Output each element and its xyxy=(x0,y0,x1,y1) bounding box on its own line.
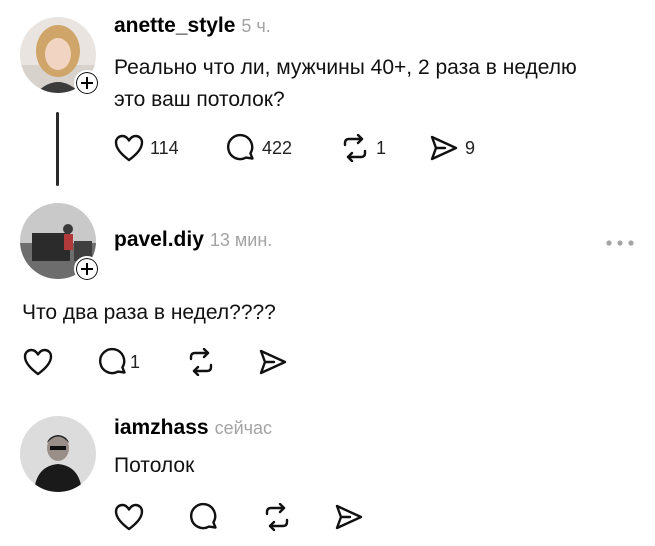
reply2-header: iamzhass сейчас xyxy=(114,416,272,440)
post-share-count: 9 xyxy=(465,137,476,158)
heart-icon xyxy=(114,134,144,162)
post-text-line2: это ваш потолок? xyxy=(114,88,285,111)
speech-bubble-icon xyxy=(227,133,254,161)
avatar-iamzhass[interactable] xyxy=(20,416,96,492)
reply1-time: 13 мин. xyxy=(209,230,273,250)
post-header: anette_style 5 ч. xyxy=(114,14,271,38)
heart-icon xyxy=(114,503,144,531)
reply1-header: pavel.diy 13 мин. xyxy=(114,228,272,252)
paper-plane-icon xyxy=(335,504,363,530)
paper-plane-icon xyxy=(259,349,287,375)
post-time: 5 ч. xyxy=(241,16,271,36)
repost-arrows-icon xyxy=(265,503,289,531)
repost-arrows-icon xyxy=(343,134,367,162)
reply2-text: Потолок xyxy=(114,454,195,477)
heart-icon xyxy=(23,348,53,376)
reply2-time: сейчас xyxy=(214,418,273,438)
reply2-like-button[interactable] xyxy=(114,503,144,531)
post-share-button[interactable]: 9 xyxy=(429,134,475,162)
post-like-count: 114 xyxy=(150,137,179,158)
reply1-comment-count: 1 xyxy=(130,351,141,372)
post-text: Реально что ли, мужчины 40+, 2 раза в не… xyxy=(114,52,577,116)
post-repost-button[interactable]: 1 xyxy=(340,134,386,162)
follow-plus-icon[interactable] xyxy=(74,256,100,282)
reply2-comment-button[interactable] xyxy=(189,502,219,532)
post-text-line1: Реально что ли, мужчины 40+, 2 раза в не… xyxy=(114,56,577,79)
post-comment-count: 422 xyxy=(262,137,293,158)
reply2-repost-button[interactable] xyxy=(262,503,292,531)
speech-bubble-icon xyxy=(99,347,126,375)
paper-plane-icon xyxy=(430,135,458,161)
reply1-comment-button[interactable]: 1 xyxy=(98,347,140,377)
reply1-repost-button[interactable] xyxy=(186,348,216,376)
post-like-button[interactable]: 114 xyxy=(114,134,179,162)
more-dots-icon xyxy=(606,240,634,246)
reply2-username[interactable]: iamzhass xyxy=(114,416,209,439)
speech-bubble-icon xyxy=(190,502,217,530)
post-comment-button[interactable]: 422 xyxy=(226,133,292,163)
reply1-like-button[interactable] xyxy=(23,348,53,376)
reply1-text: Что два раза в недел???? xyxy=(22,301,276,324)
post-username[interactable]: anette_style xyxy=(114,14,235,37)
thread-line xyxy=(56,112,59,186)
reply2-share-button[interactable] xyxy=(334,503,364,531)
follow-plus-icon[interactable] xyxy=(74,70,100,96)
reply1-share-button[interactable] xyxy=(258,348,288,376)
more-options-button[interactable] xyxy=(605,234,635,252)
repost-arrows-icon xyxy=(189,348,213,376)
reply1-username[interactable]: pavel.diy xyxy=(114,228,204,251)
post-repost-count: 1 xyxy=(376,137,387,158)
